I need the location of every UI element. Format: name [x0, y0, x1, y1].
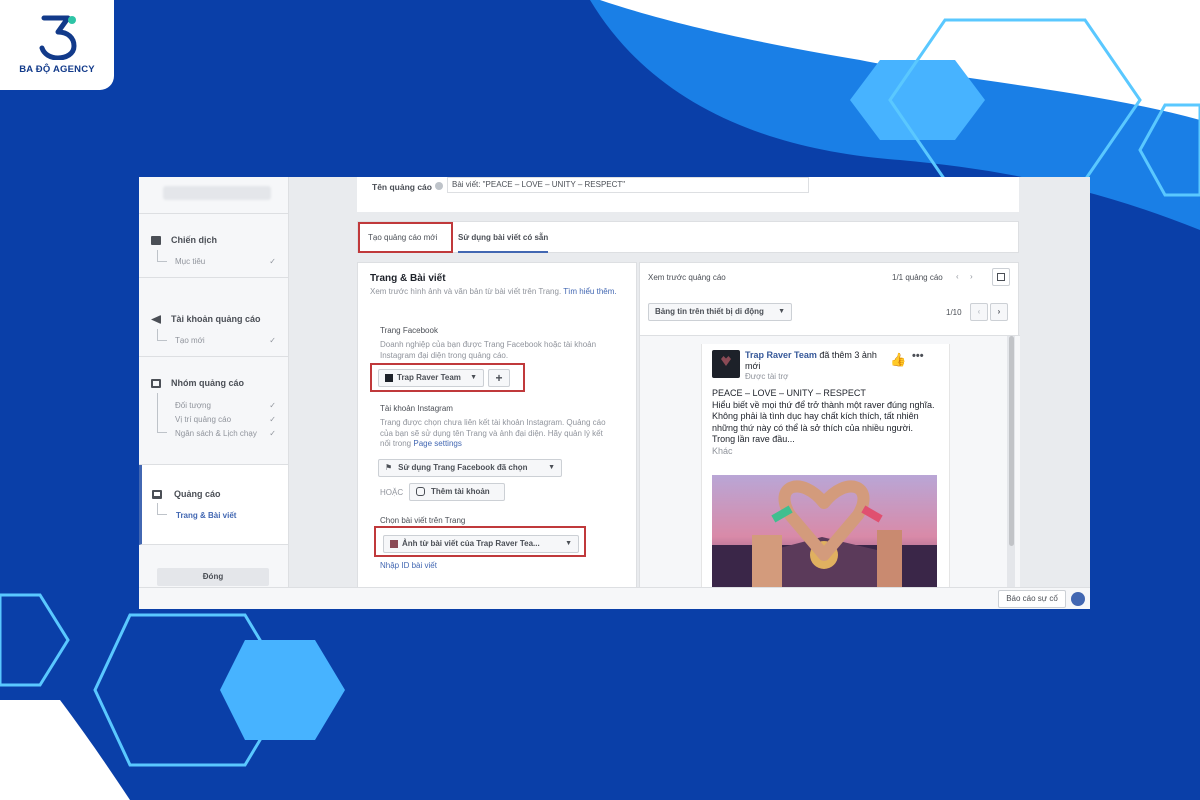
caret-down-icon: ▼: [778, 308, 785, 315]
tab-use-existing[interactable]: Sử dụng bài viết có sẵn: [458, 222, 549, 253]
section-desc: Xem trước hình ảnh và văn bản từ bài viế…: [370, 287, 617, 296]
check-icon: ✓: [269, 415, 276, 424]
or-label: HOẶC: [380, 488, 404, 497]
ad-name-row: Tên quảng cáo Bài viết: "PEACE – LOVE – …: [357, 177, 1019, 212]
check-icon: ✓: [269, 336, 276, 345]
nav-title: Chiến dịch: [171, 235, 218, 245]
like-icon[interactable]: 👍: [890, 352, 906, 368]
nav-sub-create-new[interactable]: Tạo mới: [175, 336, 205, 345]
more-options-icon[interactable]: •••: [912, 350, 924, 362]
nav-sub-audience[interactable]: Đối tượng: [175, 401, 211, 410]
report-problem-button[interactable]: Báo cáo sự cố: [998, 590, 1066, 608]
pager: 1/10: [946, 308, 962, 317]
learn-more-link[interactable]: Tìm hiểu thêm.: [563, 287, 616, 296]
footer-bar: Báo cáo sự cố: [139, 587, 1090, 609]
open-external-icon[interactable]: [992, 268, 1010, 286]
caret-down-icon: ▼: [548, 464, 555, 471]
enter-post-id-link[interactable]: Nhập ID bài viết: [380, 561, 437, 572]
highlight-box: [370, 363, 525, 392]
post-author[interactable]: Trap Raver Team: [745, 350, 817, 360]
choose-post-label: Chọn bài viết trên Trang: [380, 516, 466, 525]
post-headline: PEACE – LOVE – UNITY – RESPECT: [712, 388, 866, 398]
check-icon: ✓: [269, 257, 276, 266]
nav-sub-placements[interactable]: Vị trí quảng cáo: [175, 415, 231, 424]
brand-name: BA ĐỘ AGENCY: [19, 64, 95, 75]
page-posts-panel: Trang & Bài viết Xem trước hình ảnh và v…: [357, 262, 637, 609]
account-name-blurred: [139, 177, 288, 214]
post-image: [712, 475, 937, 587]
post-more-link[interactable]: Khác: [712, 446, 937, 458]
sponsored-label: Được tài trợ: [745, 372, 789, 381]
nav-section-ad-set[interactable]: Nhóm quảng cáo Đối tượng ✓ Vị trí quảng …: [139, 357, 288, 465]
ad-preview-panel: Xem trước quảng cáo 1/1 quảng cáo ‹ › Bả…: [639, 262, 1020, 609]
ig-select[interactable]: ⚑ Sử dụng Trang Facebook đã chọn ▼: [378, 459, 562, 477]
globe-icon[interactable]: [1071, 592, 1085, 606]
next-arrow-icon[interactable]: ›: [970, 272, 973, 283]
highlight-box: [358, 222, 453, 253]
brand-logo-icon: [39, 15, 77, 60]
brand-logo-card: BA ĐỘ AGENCY: [0, 0, 114, 90]
scrollbar-thumb[interactable]: [1009, 336, 1014, 546]
placement-select[interactable]: Bảng tin trên thiết bị di động ▼: [648, 303, 792, 321]
ig-select-value: Sử dụng Trang Facebook đã chọn: [398, 463, 528, 472]
add-account-label: Thêm tài khoản: [431, 487, 490, 496]
megaphone-icon: [151, 315, 161, 324]
nav-title: Quảng cáo: [174, 489, 221, 499]
nav-section-campaign[interactable]: Chiến dịch Mục tiêu ✓: [139, 214, 288, 278]
section-title: Trang & Bài viết: [370, 273, 446, 284]
highlight-box: [374, 526, 586, 557]
nav-section-ad-account[interactable]: Tài khoản quảng cáo Tạo mới ✓: [139, 278, 288, 357]
check-icon: ✓: [269, 429, 276, 438]
ad-tabs: Tạo quảng cáo mới Sử dụng bài viết có sẵ…: [357, 221, 1019, 253]
monitor-icon: [152, 490, 162, 499]
info-icon: [435, 182, 443, 190]
grid-icon: [151, 379, 161, 388]
ig-desc: Trang được chọn chưa liên kết tài khoản …: [380, 418, 606, 448]
page-settings-link[interactable]: Page settings: [413, 439, 461, 448]
nav-section-ad[interactable]: Quảng cáo Trang & Bài viết: [139, 465, 288, 545]
folder-icon: [151, 236, 161, 245]
check-icon: ✓: [269, 401, 276, 410]
add-account-button[interactable]: Thêm tài khoản: [409, 483, 505, 501]
close-button[interactable]: Đóng: [157, 568, 269, 586]
nav-title: Nhóm quảng cáo: [171, 378, 245, 388]
instagram-icon: [416, 487, 425, 497]
ig-label: Tài khoản Instagram: [380, 404, 453, 413]
ad-name-label: Tên quảng cáo: [372, 182, 432, 192]
nav-sub-page-posts[interactable]: Trang & Bài viết: [176, 511, 236, 520]
post-text: PEACE – LOVE – UNITY – RESPECT Hiểu biết…: [712, 388, 937, 457]
pager-next-button[interactable]: ›: [990, 303, 1008, 321]
pager-prev-button[interactable]: ‹: [970, 303, 988, 321]
nav-sub-budget-schedule[interactable]: Ngân sách & Lịch chạy: [175, 429, 257, 438]
flag-icon: ⚑: [385, 463, 393, 472]
post-header: Trap Raver Team đã thêm 3 ảnh mới: [745, 350, 885, 372]
fb-page-label: Trang Facebook: [380, 326, 438, 335]
ads-manager-screenshot: Chiến dịch Mục tiêu ✓ Tài khoản quảng cá…: [139, 177, 1090, 609]
preview-title: Xem trước quảng cáo: [648, 273, 726, 282]
prev-arrow-icon[interactable]: ‹: [956, 272, 959, 283]
fb-page-desc: Doanh nghiệp của bạn được Trang Facebook…: [380, 340, 597, 360]
preview-count: 1/1 quảng cáo: [892, 273, 943, 282]
left-nav: Chiến dịch Mục tiêu ✓ Tài khoản quảng cá…: [139, 177, 289, 609]
nav-sub-objective[interactable]: Mục tiêu: [175, 257, 205, 266]
placement-value: Bảng tin trên thiết bị di động: [655, 307, 764, 316]
post-preview: Trap Raver Team đã thêm 3 ảnh mới Được t…: [701, 344, 950, 609]
ad-name-input[interactable]: Bài viết: "PEACE – LOVE – UNITY – RESPEC…: [447, 177, 809, 193]
page-avatar: [712, 350, 740, 378]
mobile-preview: Trap Raver Team đã thêm 3 ảnh mới Được t…: [640, 335, 1020, 609]
main-panel: Tên quảng cáo Bài viết: "PEACE – LOVE – …: [357, 177, 1020, 609]
post-body: Hiểu biết về mọi thứ để trở thành một ra…: [712, 399, 935, 445]
nav-title: Tài khoản quảng cáo: [171, 314, 261, 324]
